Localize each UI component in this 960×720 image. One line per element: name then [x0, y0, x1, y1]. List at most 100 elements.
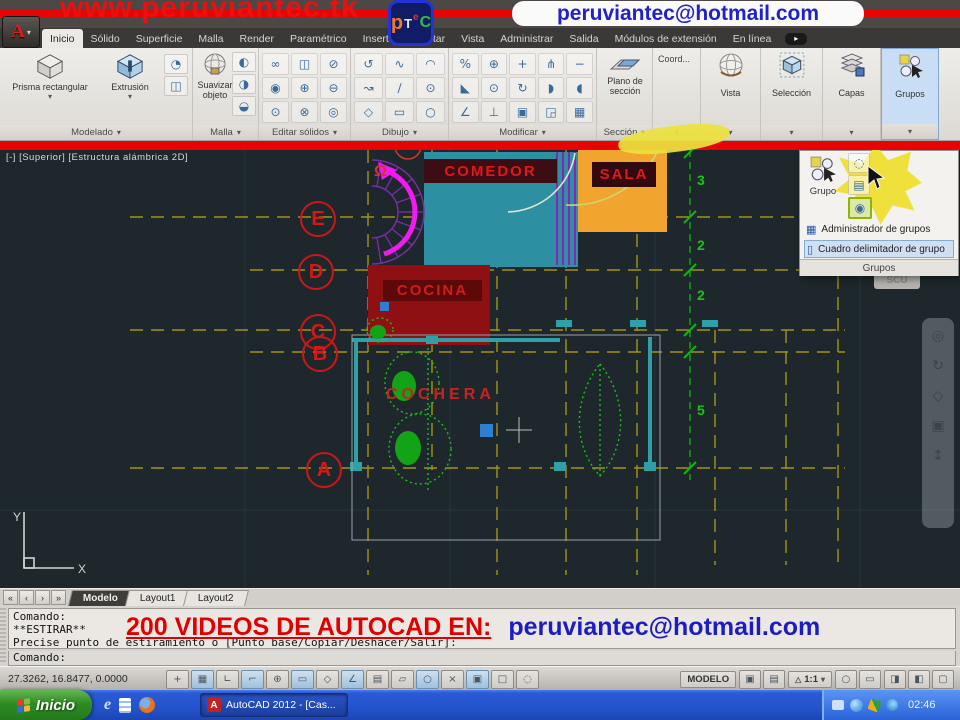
status-icon-button[interactable]: ▤ — [763, 670, 786, 689]
tray-volume-icon[interactable] — [886, 699, 898, 711]
tab-inicio[interactable]: Inicio — [42, 29, 83, 48]
modify-tool-icon[interactable]: + — [509, 53, 536, 75]
tray-network-icon[interactable] — [832, 700, 844, 710]
tray-messenger-icon[interactable] — [850, 698, 863, 712]
solid-edit-tool-icon[interactable]: ⊖ — [320, 77, 347, 99]
tray-update-icon[interactable] — [867, 697, 882, 713]
tab-salida[interactable]: Salida — [561, 29, 606, 48]
status-toggle-button[interactable]: ⊕ — [266, 670, 289, 689]
tab-layout2[interactable]: Layout2 — [182, 590, 249, 606]
selection-grip[interactable] — [380, 302, 389, 311]
modify-tool-icon[interactable]: ⋔ — [537, 53, 565, 75]
draw-tool-icon[interactable]: ↺ — [354, 53, 383, 75]
prisma-rectangular-button[interactable]: Prisma rectangular ▾ — [4, 51, 96, 101]
capas-button[interactable] — [838, 51, 866, 78]
command-input[interactable]: Comando: — [8, 651, 956, 666]
status-toggle-button[interactable]: ○ — [416, 670, 439, 689]
tab-administrar[interactable]: Administrar — [492, 29, 561, 48]
solid-edit-tool-icon[interactable]: ◫ — [291, 53, 318, 75]
status-icon-button[interactable]: ▣ — [739, 670, 762, 689]
layout-nav-icon[interactable]: ‹ — [19, 590, 34, 605]
viewport-controls-label[interactable]: [-] [Superior] [Estructura alámbrica 2D] — [6, 152, 188, 163]
tab-modelo[interactable]: Modelo — [68, 590, 133, 606]
panel-footer-dibujo[interactable]: Dibujo ▾ — [351, 125, 448, 140]
extrusion-button[interactable]: Extrusión ▾ — [100, 51, 160, 101]
navigation-tool-icon[interactable]: ▣ — [931, 418, 944, 434]
solid-edit-tool-icon[interactable]: ⊘ — [320, 53, 347, 75]
layout-nav-icon[interactable]: « — [3, 590, 18, 605]
status-toggle-button[interactable]: ▤ — [366, 670, 389, 689]
modify-tool-icon[interactable]: ⊥ — [480, 101, 508, 123]
modify-tool-icon[interactable]: ▦ — [566, 101, 593, 123]
solid-edit-tool-icon[interactable]: ⊗ — [291, 101, 318, 123]
malla-tool-icon[interactable]: ◑ — [232, 74, 256, 94]
start-button[interactable]: Inicio — [0, 690, 92, 720]
panel-footer-modificar[interactable]: Modificar ▾ — [449, 125, 596, 140]
tab-render[interactable]: Render — [232, 29, 282, 48]
draw-tool-icon[interactable]: ↝ — [354, 77, 383, 99]
seleccion-button[interactable] — [779, 51, 805, 78]
modify-tool-icon[interactable]: − — [566, 53, 593, 75]
panel-footer-modelado[interactable]: Modelado ▾ — [0, 125, 192, 140]
status-toggle-button[interactable]: ◇ — [316, 670, 339, 689]
annotation-scale-button[interactable]: △ 1:1 ▾ — [788, 671, 832, 688]
status-toggle-button[interactable]: ◌ — [516, 670, 539, 689]
malla-tool-icon[interactable]: ◒ — [232, 96, 256, 116]
navigation-tool-icon[interactable]: ◇ — [933, 388, 944, 404]
autocad-taskbar-button[interactable]: A AutoCAD 2012 - [Cas... — [200, 693, 348, 717]
internet-explorer-icon[interactable]: e — [104, 696, 111, 714]
vista-button[interactable] — [717, 51, 745, 80]
grupo-button[interactable]: Grupo — [804, 155, 842, 213]
status-toggle-button[interactable]: □ — [491, 670, 514, 689]
modelo-paper-toggle[interactable]: MODELO — [680, 671, 737, 688]
tab-vista[interactable]: Vista — [453, 29, 492, 48]
drawing-canvas[interactable]: Y X Ω [-] [Superior] [Estructura alámbri… — [0, 145, 960, 588]
plano-de-seccion-button[interactable]: Plano de sección — [601, 51, 649, 97]
draw-tool-icon[interactable]: ∕ — [385, 77, 414, 99]
group-tool-icon[interactable]: ◉ — [848, 197, 872, 219]
navigation-tool-icon[interactable]: ◎ — [932, 328, 944, 344]
firefox-icon[interactable] — [139, 697, 156, 713]
status-icon-button[interactable]: ▭ — [859, 670, 881, 689]
modify-tool-icon[interactable]: ◲ — [537, 101, 565, 123]
youtube-icon[interactable]: ▸ — [785, 33, 808, 45]
panel-footer-editar-solidos[interactable]: Editar sólidos ▾ — [259, 125, 350, 140]
modify-tool-icon[interactable]: ▣ — [509, 101, 536, 123]
tab-en-linea[interactable]: En línea — [725, 29, 780, 48]
layout-nav-icon[interactable]: › — [35, 590, 50, 605]
tab-parametrico[interactable]: Paramétrico — [282, 29, 355, 48]
status-toggle-button[interactable]: ∟ — [216, 670, 239, 689]
navigation-tool-icon[interactable]: ↕ — [932, 448, 944, 464]
draw-tool-icon[interactable]: ▭ — [385, 101, 414, 123]
status-toggle-button[interactable]: ⌐ — [241, 670, 264, 689]
document-icon[interactable] — [119, 697, 132, 713]
draw-tool-icon[interactable]: ○ — [416, 101, 445, 123]
solid-edit-tool-icon[interactable]: ⊙ — [262, 101, 289, 123]
modify-tool-icon[interactable]: ⊕ — [480, 53, 508, 75]
modify-tool-icon[interactable]: ◖ — [566, 77, 593, 99]
status-icon-button[interactable]: ◧ — [908, 670, 930, 689]
application-menu-button[interactable]: A ▾ — [2, 16, 40, 48]
panel-footer-grupos[interactable]: ▾ — [882, 124, 938, 139]
status-toggle-button[interactable]: ▭ — [291, 670, 314, 689]
selection-grip[interactable] — [480, 424, 493, 437]
status-toggle-button[interactable]: + — [166, 670, 189, 689]
draw-tool-icon[interactable]: ∿ — [385, 53, 414, 75]
panel-footer-capas[interactable]: ▾ — [823, 125, 880, 140]
panel-footer-seleccion[interactable]: ▾ — [761, 125, 822, 140]
modelado-tool-icon[interactable]: ◫ — [164, 76, 188, 96]
tab-superficie[interactable]: Superficie — [128, 29, 191, 48]
malla-tool-icon[interactable]: ◐ — [232, 52, 256, 72]
status-toggle-button[interactable]: × — [441, 670, 464, 689]
status-toggle-button[interactable]: ▦ — [191, 670, 214, 689]
draw-tool-icon[interactable]: ◠ — [416, 53, 445, 75]
modify-tool-icon[interactable]: ⊙ — [480, 77, 508, 99]
draw-tool-icon[interactable]: ◇ — [354, 101, 383, 123]
status-icon-button[interactable]: ○ — [835, 670, 857, 689]
modify-tool-icon[interactable]: ∠ — [452, 101, 479, 123]
modify-tool-icon[interactable]: ↻ — [509, 77, 536, 99]
solid-edit-tool-icon[interactable]: ∞ — [262, 53, 289, 75]
modify-tool-icon[interactable]: ◗ — [537, 77, 565, 99]
menu-item-administrador-de-grupos[interactable]: ▦ Administrador de grupos — [804, 221, 954, 238]
flyout-footer-grupos[interactable]: Grupos — [800, 259, 958, 276]
